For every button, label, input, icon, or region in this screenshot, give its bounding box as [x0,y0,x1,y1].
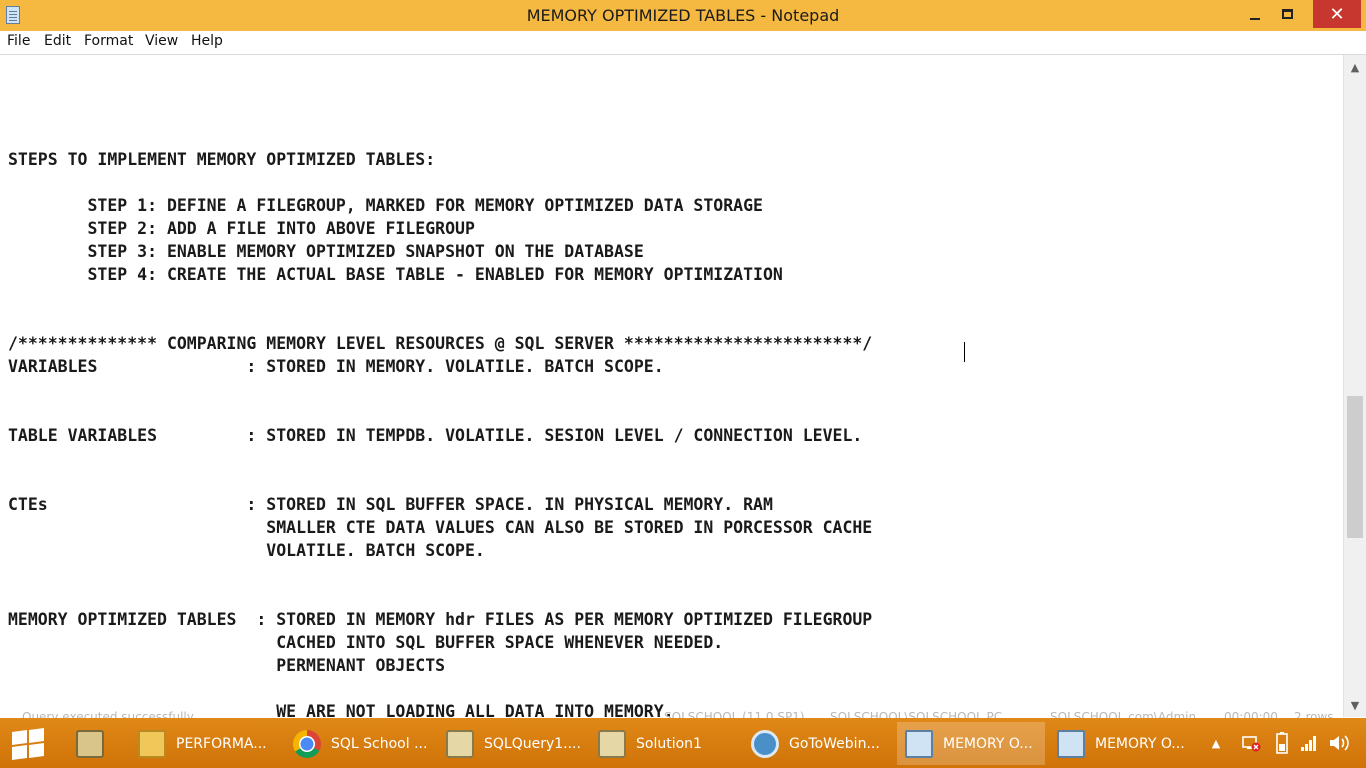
close-icon: ✕ [1329,3,1345,25]
taskbar-item-tools[interactable] [68,722,126,765]
taskbar-item-gotowebinar[interactable]: GoToWebin... [743,722,893,765]
volume-icon[interactable] [1326,718,1352,768]
menu-format[interactable]: Format [83,33,134,49]
notepad-icon [1057,729,1085,758]
solution-icon [598,729,626,758]
tools-icon [76,729,104,758]
start-button[interactable] [12,727,46,761]
network-warning-icon[interactable] [1238,718,1264,768]
taskbar: PERFORMA... SQL School ... SQLQuery1....… [0,718,1366,768]
maximize-button[interactable] [1264,0,1310,28]
windows-logo-pane [12,744,27,761]
taskbar-item-label: MEMORY O... [1095,735,1185,752]
taskbar-item-solution[interactable]: Solution1 [590,722,738,765]
show-hidden-icons-button[interactable]: ▲ [1206,718,1226,768]
menu-file[interactable]: File [6,33,31,49]
taskbar-item-label: SQL School ... [331,735,428,752]
taskbar-item-folder[interactable]: PERFORMA... [130,722,280,765]
taskbar-item-notepad[interactable]: MEMORY O... [1049,722,1197,765]
taskbar-item-label: PERFORMA... [176,735,267,752]
signal-icon[interactable] [1297,718,1321,768]
title-bar: MEMORY OPTIMIZED TABLES - Notepad ✕ [0,0,1366,32]
taskbar-item-label: GoToWebin... [789,735,880,752]
minimize-icon [1250,18,1260,20]
menu-view[interactable]: View [144,33,179,49]
sql-query-icon [446,729,474,758]
taskbar-item-label: MEMORY O... [943,735,1033,752]
scroll-up-arrow-icon[interactable]: ▲ [1344,57,1366,77]
window-title: MEMORY OPTIMIZED TABLES - Notepad [526,6,840,25]
chrome-icon [293,729,321,758]
menu-edit[interactable]: Edit [43,33,72,49]
taskbar-item-label: SQLQuery1.... [484,735,581,752]
battery-icon[interactable] [1270,718,1294,768]
folder-icon [138,729,166,758]
scroll-thumb[interactable] [1347,396,1363,538]
text-editor[interactable]: STEPS TO IMPLEMENT MEMORY OPTIMIZED TABL… [0,55,1343,717]
taskbar-item-sqlquery[interactable]: SQLQuery1.... [438,722,586,765]
notepad-icon [905,729,933,758]
vertical-scrollbar[interactable]: ▲ ▼ [1343,55,1366,717]
editor-text[interactable]: STEPS TO IMPLEMENT MEMORY OPTIMIZED TABL… [8,102,882,717]
maximize-icon [1281,9,1293,19]
gotowebinar-icon [751,729,779,758]
close-button[interactable]: ✕ [1313,0,1361,28]
taskbar-item-label: Solution1 [636,735,702,752]
text-caret [964,342,965,362]
windows-logo-pane [29,727,44,744]
windows-logo-pane [29,742,44,759]
taskbar-item-chrome[interactable]: SQL School ... [285,722,433,765]
taskbar-item-notepad-active[interactable]: MEMORY O... [897,722,1045,765]
menu-bar: File Edit Format View Help [0,31,1366,55]
menu-help[interactable]: Help [190,33,224,49]
windows-logo-icon [12,729,27,746]
